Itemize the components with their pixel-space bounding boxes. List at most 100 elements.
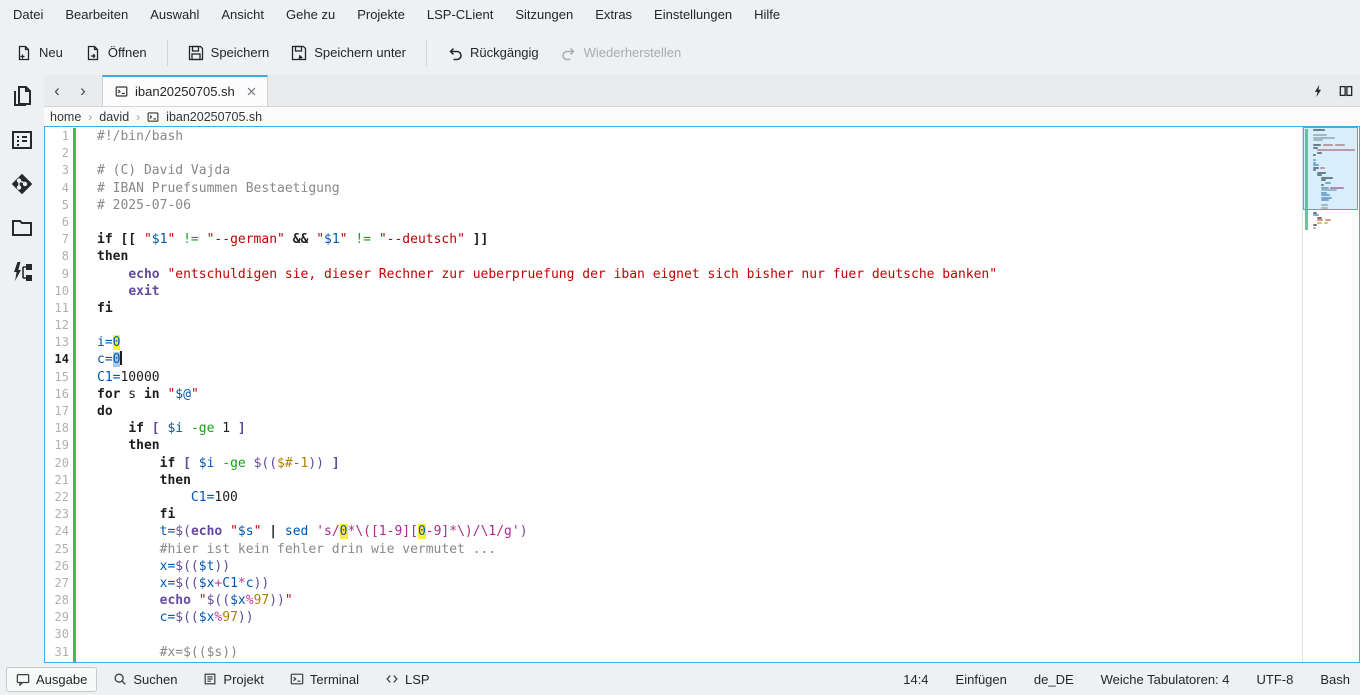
- toolbar-button-ffnen[interactable]: Öffnen: [75, 37, 157, 69]
- line-number[interactable]: 20: [45, 455, 69, 472]
- history-back-button[interactable]: ‹: [44, 75, 70, 106]
- code-line[interactable]: 1#!/bin/bash: [45, 128, 1302, 145]
- code-line[interactable]: 15C1=10000: [45, 369, 1302, 386]
- line-number[interactable]: 11: [45, 300, 69, 317]
- menu-item-ansicht[interactable]: Ansicht: [210, 0, 275, 30]
- status-cursor-position[interactable]: 14:4: [903, 672, 928, 687]
- code-line[interactable]: 24 t=$(echo "$s" | sed 's/0*\([1-9][0-9]…: [45, 523, 1302, 540]
- status-input-mode[interactable]: Einfügen: [956, 672, 1007, 687]
- code-line[interactable]: 16for s in "$@": [45, 386, 1302, 403]
- line-number[interactable]: 3: [45, 162, 69, 179]
- line-number[interactable]: 14: [45, 351, 69, 368]
- line-number[interactable]: 18: [45, 420, 69, 437]
- code-line[interactable]: 25 #hier ist kein fehler drin wie vermut…: [45, 541, 1302, 558]
- line-number[interactable]: 30: [45, 626, 69, 643]
- line-number[interactable]: 25: [45, 541, 69, 558]
- sidebar-tool-documents[interactable]: [6, 81, 38, 111]
- code-line[interactable]: 13i=0: [45, 334, 1302, 351]
- sidebar-tool-git[interactable]: [6, 169, 38, 199]
- sidebar-tool-document-outline[interactable]: [6, 125, 38, 155]
- code-line[interactable]: 30: [45, 626, 1302, 643]
- code-line[interactable]: 14c=0: [45, 351, 1302, 368]
- menu-item-gehe-zu[interactable]: Gehe zu: [275, 0, 346, 30]
- breadcrumb-file[interactable]: iban20250705.sh: [166, 110, 262, 124]
- code-line[interactable]: 29 c=$(($x%97)): [45, 609, 1302, 626]
- code-line[interactable]: 7if [[ "$1" != "--german" && "$1" != "--…: [45, 231, 1302, 248]
- toolbar-button-speichern[interactable]: Speichern: [178, 37, 280, 69]
- line-number[interactable]: 24: [45, 523, 69, 540]
- menu-item-hilfe[interactable]: Hilfe: [743, 0, 791, 30]
- line-number[interactable]: 21: [45, 472, 69, 489]
- line-number[interactable]: 9: [45, 266, 69, 283]
- menu-item-sitzungen[interactable]: Sitzungen: [504, 0, 584, 30]
- line-number[interactable]: 32: [45, 661, 69, 662]
- line-number[interactable]: 12: [45, 317, 69, 334]
- line-number[interactable]: 1: [45, 128, 69, 145]
- line-number[interactable]: 31: [45, 644, 69, 661]
- status-tab-mode[interactable]: Weiche Tabulatoren: 4: [1101, 672, 1230, 687]
- minimap-viewport[interactable]: [1303, 127, 1358, 210]
- tab-close-icon[interactable]: [246, 86, 257, 97]
- code-line[interactable]: 9 echo "entschuldigen sie, dieser Rechne…: [45, 266, 1302, 283]
- line-number[interactable]: 19: [45, 437, 69, 454]
- line-number[interactable]: 10: [45, 283, 69, 300]
- line-number[interactable]: 16: [45, 386, 69, 403]
- code-line[interactable]: 8then: [45, 248, 1302, 265]
- menu-item-datei[interactable]: Datei: [2, 0, 54, 30]
- code-line[interactable]: 4# IBAN Pruefsummen Bestaetigung: [45, 180, 1302, 197]
- code-line[interactable]: 23 fi: [45, 506, 1302, 523]
- code-line[interactable]: 19 then: [45, 437, 1302, 454]
- sidebar-tool-lsp-symbols[interactable]: [6, 257, 38, 287]
- code-line[interactable]: 17do: [45, 403, 1302, 420]
- code-line[interactable]: 21 then: [45, 472, 1302, 489]
- line-number[interactable]: 29: [45, 609, 69, 626]
- toolbar-button-neu[interactable]: Neu: [6, 37, 73, 69]
- line-number[interactable]: 8: [45, 248, 69, 265]
- line-number[interactable]: 23: [45, 506, 69, 523]
- menu-item-bearbeiten[interactable]: Bearbeiten: [54, 0, 139, 30]
- status-encoding[interactable]: UTF-8: [1257, 672, 1294, 687]
- line-number[interactable]: 13: [45, 334, 69, 351]
- code-line[interactable]: 3# (C) David Vajda: [45, 162, 1302, 179]
- statusbar-button-ausgabe[interactable]: Ausgabe: [6, 667, 97, 692]
- statusbar-button-projekt[interactable]: Projekt: [193, 667, 273, 692]
- editor-view[interactable]: 1#!/bin/bash23# (C) David Vajda4# IBAN P…: [44, 126, 1360, 663]
- status-dictionary[interactable]: de_DE: [1034, 672, 1074, 687]
- code-line[interactable]: 20 if [ $i -ge $(($#-1)) ]: [45, 455, 1302, 472]
- line-number[interactable]: 22: [45, 489, 69, 506]
- code-line[interactable]: 27 x=$(($x+C1*c)): [45, 575, 1302, 592]
- line-number[interactable]: 28: [45, 592, 69, 609]
- code-area[interactable]: 1#!/bin/bash23# (C) David Vajda4# IBAN P…: [45, 127, 1302, 662]
- line-number[interactable]: 27: [45, 575, 69, 592]
- toolbar-button-speichern-unter[interactable]: Speichern unter: [281, 37, 416, 69]
- menu-item-einstellungen[interactable]: Einstellungen: [643, 0, 743, 30]
- code-line[interactable]: 26 x=$(($t)): [45, 558, 1302, 575]
- minimap[interactable]: [1302, 127, 1359, 662]
- quick-open-button[interactable]: [1304, 75, 1332, 106]
- line-number[interactable]: 7: [45, 231, 69, 248]
- breadcrumb-segment-david[interactable]: david: [99, 110, 129, 124]
- line-number[interactable]: 2: [45, 145, 69, 162]
- code-line[interactable]: 11fi: [45, 300, 1302, 317]
- code-line[interactable]: 22 C1=100: [45, 489, 1302, 506]
- code-line[interactable]: 31 #x=$(($s)): [45, 644, 1302, 661]
- split-view-button[interactable]: [1332, 75, 1360, 106]
- code-line[interactable]: 10 exit: [45, 283, 1302, 300]
- statusbar-button-terminal[interactable]: Terminal: [280, 667, 369, 692]
- menu-item-extras[interactable]: Extras: [584, 0, 643, 30]
- breadcrumb-segment-home[interactable]: home: [50, 110, 81, 124]
- code-line[interactable]: 28 echo "$(($x%97))": [45, 592, 1302, 609]
- history-forward-button[interactable]: ›: [70, 75, 96, 106]
- tab-iban20250705-sh[interactable]: iban20250705.sh: [102, 75, 268, 106]
- code-line[interactable]: 32 #echo "$x": [45, 661, 1302, 662]
- menu-item-projekte[interactable]: Projekte: [346, 0, 416, 30]
- code-line[interactable]: 2: [45, 145, 1302, 162]
- line-number[interactable]: 26: [45, 558, 69, 575]
- line-number[interactable]: 17: [45, 403, 69, 420]
- code-line[interactable]: 12: [45, 317, 1302, 334]
- status-syntax-mode[interactable]: Bash: [1320, 672, 1350, 687]
- line-number[interactable]: 15: [45, 369, 69, 386]
- sidebar-tool-filesystem-browser[interactable]: [6, 213, 38, 243]
- line-number[interactable]: 5: [45, 197, 69, 214]
- statusbar-button-lsp[interactable]: LSP: [375, 667, 440, 692]
